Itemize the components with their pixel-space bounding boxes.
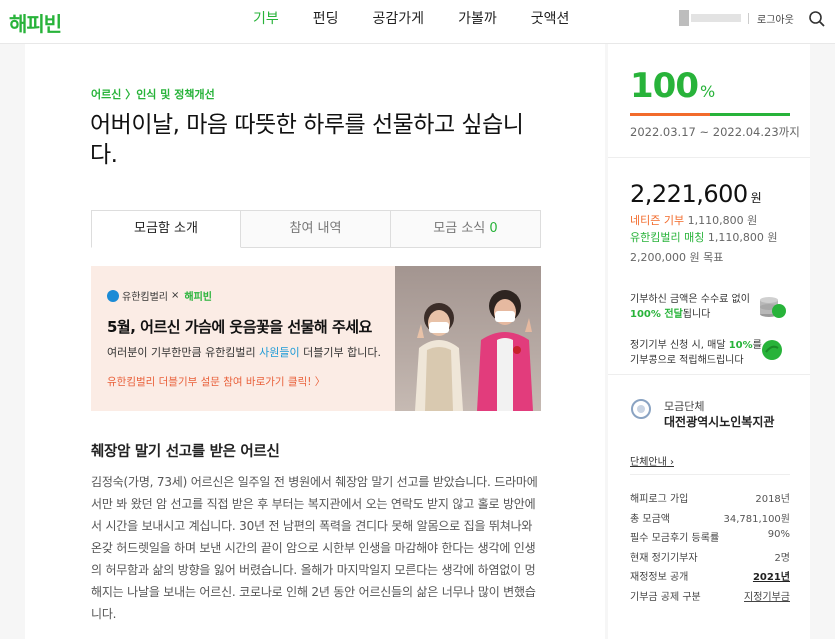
- tab-intro[interactable]: 모금함 소개: [91, 210, 241, 248]
- search-icon[interactable]: [808, 10, 826, 28]
- sidebar-divider: [608, 374, 810, 375]
- nav-funding[interactable]: 펀딩: [313, 0, 339, 44]
- username-blurred: [691, 14, 741, 22]
- happybean-logo[interactable]: 해피빈: [9, 8, 62, 37]
- banner-sub-after: 더블기부 합니다.: [299, 346, 381, 359]
- donation-sidebar: 100% 2022.03.17 ~ 2022.04.23까지 2,221,600…: [608, 44, 810, 639]
- nav-good-action[interactable]: 굿액션: [531, 0, 570, 44]
- user-profile-blurred[interactable]: [679, 10, 743, 26]
- stat-value: 90%: [767, 529, 790, 540]
- header-divider: [748, 13, 749, 24]
- story-paragraph: 김정숙(가명, 73세) 어르신은 일주일 전 병원에서 췌장암 말기 선고를 …: [91, 475, 538, 621]
- period-dates: 2022.03.17 ~ 2022.04.23: [630, 125, 779, 139]
- financial-disclosure-link[interactable]: 2021년: [753, 568, 790, 588]
- stat-label: 재정정보 공개: [630, 572, 689, 583]
- deduction-type-link[interactable]: 지정기부금: [744, 588, 790, 608]
- organization-name[interactable]: 대전광역시노인복지관: [664, 413, 774, 430]
- stat-label: 기부금 공제 구분: [630, 591, 701, 603]
- tab-intro-label: 모금함 소개: [134, 221, 198, 236]
- promo-banner[interactable]: 유한킴벌리 × 해피빈 5월, 어르신 가슴에 웃음꽃을 선물해 주세요 여러분…: [91, 266, 541, 411]
- netizen-amount: 1,110,800 원: [687, 214, 758, 227]
- banner-sub-before: 여러분이 기부한만큼 유한킴벌리: [107, 346, 260, 359]
- times-sign: ×: [171, 290, 180, 301]
- info1-suffix: 됩니다: [682, 309, 711, 320]
- info1-text: 기부하신 금액은 수수료 없이: [630, 294, 750, 305]
- brand-name: 해피빈: [184, 292, 212, 303]
- survey-link[interactable]: 유한킴벌리 더블기부 설문 참여 바로가기 클릭! 〉: [107, 374, 325, 389]
- sidebar-divider: [608, 157, 810, 158]
- org-link-label: 단체안내: [630, 457, 667, 468]
- stat-label: 현재 정기기부자: [630, 552, 698, 564]
- coin-stack-icon: [760, 297, 786, 318]
- netizen-donation-row: 네티즌 기부 1,110,800 원: [630, 212, 757, 228]
- total-amount: 2,221,600 원: [630, 180, 762, 208]
- stat-value: 2명: [774, 552, 790, 564]
- partner-name: 유한킴벌리: [122, 292, 168, 303]
- nav-donate[interactable]: 기부: [253, 0, 279, 44]
- matching-amount: 1,110,800 원: [707, 231, 778, 244]
- nav-visit[interactable]: 가볼까: [458, 0, 497, 44]
- tab-news[interactable]: 모금 소식 0: [391, 210, 541, 248]
- stat-row: 필수 모금후기 등록률 90%: [630, 529, 790, 549]
- period-suffix: 까지: [778, 125, 800, 139]
- matching-row: 유한킴벌리 매칭 1,110,800 원: [630, 229, 777, 245]
- organization-info-link[interactable]: 단체안내 ›: [630, 453, 674, 468]
- sidebar-divider: [630, 474, 790, 475]
- tab-participation-label: 참여 내역: [289, 221, 342, 236]
- tab-news-count: 0: [489, 221, 498, 236]
- info2-highlight: 10%: [728, 340, 753, 351]
- top-navigation-bar: 해피빈 기부 펀딩 공감가게 가볼까 굿액션 로그아웃: [0, 0, 835, 44]
- avatar: [679, 10, 689, 26]
- category-breadcrumb[interactable]: 어르신 〉인식 및 정책개선: [91, 86, 215, 102]
- matching-label: 유한킴벌리 매칭: [630, 231, 705, 244]
- info2-line2: 기부콩으로 적립해드립니다: [630, 355, 744, 366]
- tab-participation[interactable]: 참여 내역: [241, 210, 391, 248]
- total-unit: 원: [750, 191, 762, 205]
- stat-row: 기부금 공제 구분 지정기부금: [630, 588, 790, 608]
- info2-text: 정기기부 신청 시, 매달: [630, 340, 729, 351]
- person-left-illustration: [415, 303, 463, 411]
- organization-logo-icon: [631, 399, 651, 419]
- yuhan-kimberly-icon: [107, 289, 119, 302]
- netizen-label: 네티즌 기부: [630, 214, 685, 227]
- main-nav: 기부 펀딩 공감가게 가볼까 굿액션: [253, 0, 603, 44]
- campaign-tabs: 모금함 소개 참여 내역 모금 소식 0: [91, 210, 541, 248]
- story-heading: 췌장암 말기 선고를 받은 어르신: [91, 444, 280, 460]
- logout-button[interactable]: 로그아웃: [757, 11, 794, 26]
- goal-amount: 2,200,000 원 목표: [630, 251, 724, 264]
- tab-news-label: 모금 소식: [433, 221, 486, 236]
- organization-label: 모금단체: [664, 400, 705, 413]
- nav-shop[interactable]: 공감가게: [373, 0, 425, 44]
- banner-partner-logos: 유한킴벌리 × 해피빈: [107, 288, 212, 303]
- organization-stats: 해피로그 가입 2018년 총 모금액 34,781,100원 필수 모금후기 등록…: [630, 490, 790, 607]
- stat-row: 해피로그 가입 2018년: [630, 490, 790, 510]
- stat-row: 재정정보 공개 2021년: [630, 568, 790, 588]
- stat-label: 해피로그 가입: [630, 494, 689, 505]
- stat-value: 34,781,100원: [723, 513, 790, 525]
- stat-row: 현재 정기기부자 2명: [630, 549, 790, 569]
- stat-label: 총 모금액: [630, 513, 670, 525]
- fee-free-info: 기부하신 금액은 수수료 없이 100% 전달됩니다: [630, 292, 770, 322]
- total-value: 2,221,600: [630, 180, 748, 208]
- stat-row: 총 모금액 34,781,100원: [630, 510, 790, 530]
- banner-headline: 5월, 어르신 가슴에 웃음꽃을 선물해 주세요: [107, 318, 372, 336]
- campaign-main: 어르신 〉인식 및 정책개선 어버이날, 마음 따뜻한 하루를 선물하고 싶습니…: [25, 44, 605, 639]
- percent-unit: %: [699, 82, 715, 101]
- regular-donation-info: 정기기부 신청 시, 매달 10%를 기부콩으로 적립해드립니다: [630, 338, 770, 368]
- campaign-period: 2022.03.17 ~ 2022.04.23까지: [630, 124, 800, 140]
- bean-icon: [762, 340, 782, 360]
- banner-sub-highlight: 사원들이: [259, 346, 300, 359]
- stat-label: 필수 모금후기 등록률: [630, 533, 720, 544]
- progress-percent: 100%: [630, 66, 715, 106]
- info1-highlight: 100% 전달: [630, 309, 683, 320]
- percent-value: 100: [630, 66, 699, 106]
- banner-photo: [395, 266, 541, 411]
- person-right-illustration: [477, 290, 533, 411]
- campaign-title: 어버이날, 마음 따뜻한 하루를 선물하고 싶습니다.: [90, 112, 524, 168]
- stat-value: 2018년: [755, 494, 790, 505]
- banner-subtext: 여러분이 기부한만큼 유한킴벌리 사원들이 더블기부 합니다.: [107, 344, 381, 360]
- progress-bar: [630, 113, 790, 116]
